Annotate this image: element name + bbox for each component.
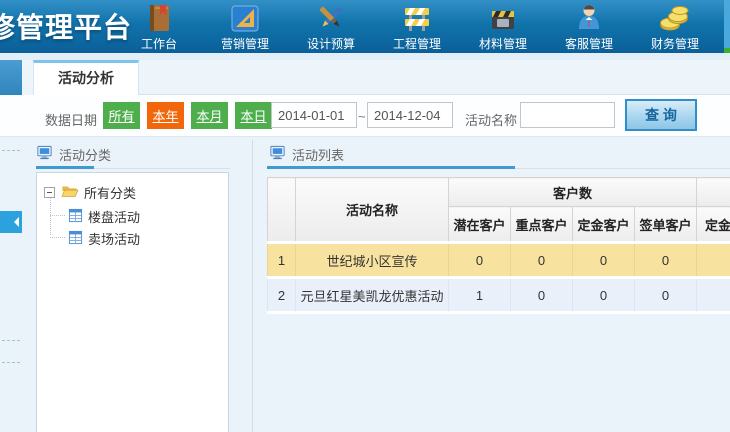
left-panel-title: 活动分类 bbox=[59, 145, 111, 164]
grid-icon bbox=[68, 230, 83, 248]
col-group-amount bbox=[697, 178, 730, 207]
monitor-icon bbox=[269, 144, 286, 164]
splitter-dash-top bbox=[2, 150, 20, 151]
partial-cell bbox=[697, 278, 730, 313]
open-folder-icon bbox=[60, 183, 79, 202]
collapse-arrow-icon bbox=[14, 217, 19, 227]
splitter-dash-bottom bbox=[2, 362, 20, 363]
tree-item-store-activity[interactable]: 卖场活动 bbox=[68, 229, 140, 248]
date-from-input[interactable] bbox=[271, 102, 357, 128]
nav-item-marketing[interactable]: 营销管理 bbox=[202, 0, 288, 53]
setsquare-icon bbox=[202, 0, 288, 38]
nav-item-label: 设计预算 bbox=[288, 38, 374, 50]
col-header-activity-name[interactable]: 活动名称 bbox=[296, 178, 449, 243]
book-icon bbox=[116, 0, 202, 38]
tree-connector bbox=[50, 215, 65, 216]
splitter-dash-mid bbox=[2, 340, 20, 341]
grid-icon bbox=[68, 208, 83, 226]
key-count-cell: 0 bbox=[511, 243, 573, 278]
col-group-customer-count: 客户数 bbox=[449, 178, 697, 207]
nav-item-materials[interactable]: 材料管理 bbox=[460, 0, 546, 53]
activity-table-container: 活动名称 客户数 潜在客户 重点客户 定金客户 签单客户 定金 1 世纪城小区宣… bbox=[267, 177, 730, 314]
activity-name-cell: 世纪城小区宣传 bbox=[296, 243, 449, 278]
left-panel-header: 活动分类 bbox=[36, 144, 111, 164]
quick-date-buttons: 所有 本年 本月 本日 bbox=[103, 102, 272, 129]
nav-item-label: 财务管理 bbox=[632, 38, 718, 50]
hazard-box-icon bbox=[460, 0, 546, 38]
nav-item-label: 材料管理 bbox=[460, 38, 546, 50]
pen-brush-icon bbox=[288, 0, 374, 38]
activity-table: 活动名称 客户数 潜在客户 重点客户 定金客户 签单客户 定金 1 世纪城小区宣… bbox=[267, 177, 730, 314]
tree-item-label: 所有分类 bbox=[84, 183, 136, 202]
tree-item-label: 楼盘活动 bbox=[88, 207, 140, 226]
nav-item-engineering[interactable]: 工程管理 bbox=[374, 0, 460, 53]
date-to-input[interactable] bbox=[367, 102, 453, 128]
col-header-potential-customers[interactable]: 潜在客户 bbox=[449, 207, 511, 243]
activity-name-input[interactable] bbox=[520, 102, 615, 128]
activity-name-label: 活动名称 bbox=[465, 110, 517, 129]
right-edge-strip bbox=[724, 0, 730, 48]
coins-icon bbox=[632, 0, 718, 38]
potential-count-cell: 0 bbox=[449, 243, 511, 278]
collapse-panel-handle[interactable] bbox=[0, 211, 22, 233]
left-panel-border bbox=[252, 140, 253, 432]
signed-count-cell: 0 bbox=[635, 243, 697, 278]
query-button[interactable]: 查 询 bbox=[625, 99, 697, 131]
quick-button-all[interactable]: 所有 bbox=[103, 102, 140, 129]
date-range-label: 数据日期 bbox=[45, 110, 97, 129]
tab-activity-analysis[interactable]: 活动分析 bbox=[33, 60, 139, 95]
nav-item-label: 工程管理 bbox=[374, 38, 460, 50]
right-panel-header: 活动列表 bbox=[269, 144, 344, 164]
row-number: 2 bbox=[268, 278, 296, 313]
signed-count-cell: 0 bbox=[635, 278, 697, 313]
activity-name-cell: 元旦红星美凯龙优惠活动 bbox=[296, 278, 449, 313]
col-header-rownum bbox=[268, 178, 296, 243]
table-row-1[interactable]: 1 世纪城小区宣传 0 0 0 0 bbox=[268, 243, 730, 278]
sub-nav-strip bbox=[0, 53, 730, 60]
quick-button-this-year[interactable]: 本年 bbox=[147, 102, 184, 129]
tree-connector bbox=[50, 237, 65, 238]
category-tree: 所有分类 楼盘活动 卖场活动 bbox=[36, 172, 229, 432]
nav-item-design-budget[interactable]: 设计预算 bbox=[288, 0, 374, 53]
nav-item-label: 客服管理 bbox=[546, 38, 632, 50]
nav-item-label: 营销管理 bbox=[202, 38, 288, 50]
table-row-2[interactable]: 2 元旦红星美凯龙优惠活动 1 0 0 0 bbox=[268, 278, 730, 313]
deposit-count-cell: 0 bbox=[573, 278, 635, 313]
quick-button-this-month[interactable]: 本月 bbox=[191, 102, 228, 129]
app-logo: 修管理平台 bbox=[0, 6, 132, 46]
left-header-accent bbox=[36, 166, 94, 169]
nav-item-label: 工作台 bbox=[116, 38, 202, 50]
nav-item-workbench[interactable]: 工作台 bbox=[116, 0, 202, 53]
nav-item-customer-service[interactable]: 客服管理 bbox=[546, 0, 632, 53]
row-number: 1 bbox=[268, 243, 296, 278]
top-nav-bar: 修管理平台 工作台 营销管理 设计预算 工程管理 bbox=[0, 0, 730, 54]
partial-cell bbox=[697, 243, 730, 278]
tree-item-label: 卖场活动 bbox=[88, 229, 140, 248]
col-header-deposit-customers[interactable]: 定金客户 bbox=[573, 207, 635, 243]
deposit-count-cell: 0 bbox=[573, 243, 635, 278]
barrier-icon bbox=[374, 0, 460, 38]
tree-item-property-activity[interactable]: 楼盘活动 bbox=[68, 207, 140, 226]
corner-decoration bbox=[0, 60, 22, 95]
potential-count-cell: 1 bbox=[449, 278, 511, 313]
col-header-key-customers[interactable]: 重点客户 bbox=[511, 207, 573, 243]
col-header-deposit-partial[interactable]: 定金 bbox=[697, 207, 730, 243]
person-icon bbox=[546, 0, 632, 38]
tree-item-all-categories[interactable]: 所有分类 bbox=[44, 183, 136, 202]
quick-button-today[interactable]: 本日 bbox=[235, 102, 272, 129]
collapse-minus-icon[interactable] bbox=[44, 187, 55, 198]
monitor-icon bbox=[36, 144, 53, 164]
key-count-cell: 0 bbox=[511, 278, 573, 313]
nav-menu: 工作台 营销管理 设计预算 工程管理 材料管理 bbox=[116, 0, 718, 53]
right-panel-title: 活动列表 bbox=[292, 145, 344, 164]
nav-item-finance[interactable]: 财务管理 bbox=[632, 0, 718, 53]
col-header-signed-customers[interactable]: 签单客户 bbox=[635, 207, 697, 243]
date-separator: ~ bbox=[358, 109, 366, 124]
right-header-accent bbox=[267, 166, 515, 169]
